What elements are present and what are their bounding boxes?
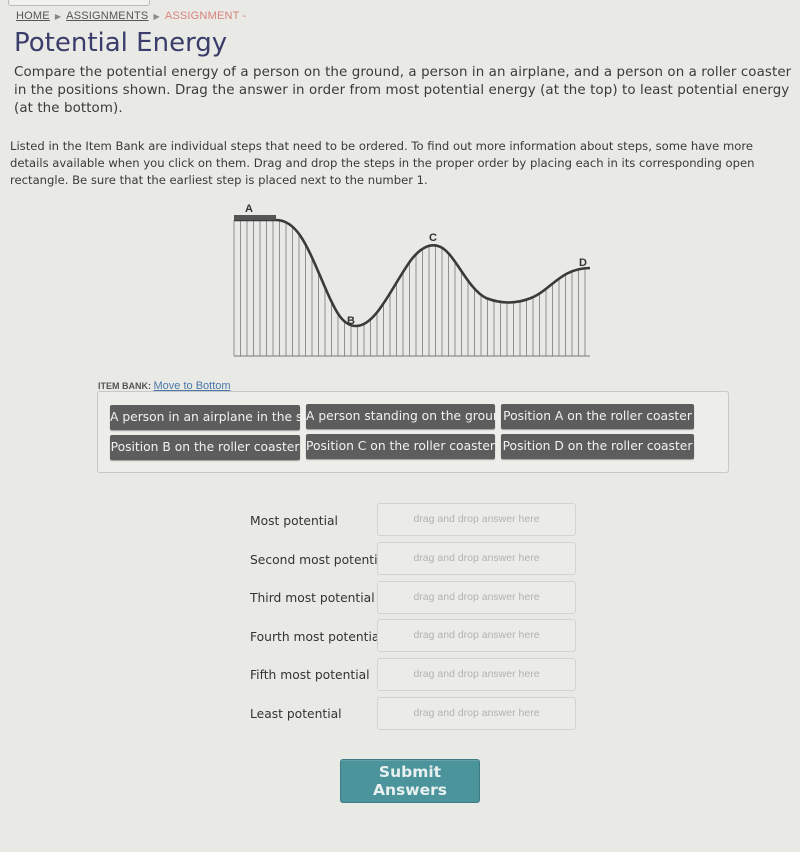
roller-coaster-diagram: A B C D [233,203,591,357]
slot-label-2: Second most potential [250,553,389,567]
slot-label-6: Least potential [250,707,342,721]
item-position-a[interactable]: Position A on the roller coaster [501,404,694,429]
slot-label-1: Most potential [250,514,338,528]
breadcrumb-arrow-icon: ▶ [54,12,62,21]
drop-zone-4[interactable]: drag and drop answer here [377,619,576,652]
train-cars-icon [234,215,276,220]
item-ground[interactable]: A person standing on the ground [306,404,509,429]
page-title: Potential Energy [14,28,228,58]
breadcrumb-home-link[interactable]: HOME [16,10,50,22]
coaster-track [234,218,591,328]
drop-zone-6[interactable]: drag and drop answer here [377,697,576,730]
item-position-b[interactable]: Position B on the roller coaster [110,435,300,460]
support-posts [233,220,586,356]
drop-zone-5[interactable]: drag and drop answer here [377,658,576,691]
instructions-text: Listed in the Item Bank are individual s… [10,139,755,187]
drop-zone-3[interactable]: drag and drop answer here [377,581,576,614]
slot-label-5: Fifth most potential [250,668,370,682]
breadcrumb-current: ASSIGNMENT - [164,10,247,22]
label-c: C [429,232,437,244]
item-position-d[interactable]: Position D on the roller coaster [501,434,694,459]
slot-label-3: Third most potential [250,591,375,605]
breadcrumb-assignments-link[interactable]: ASSIGNMENTS [66,10,148,22]
item-position-c[interactable]: Position C on the roller coaster [306,434,495,459]
item-airplane[interactable]: A person in an airplane in the sky [110,405,316,430]
drop-zone-1[interactable]: drag and drop answer here [377,503,576,536]
item-bank-label: ITEM BANK: [98,381,151,391]
breadcrumb-arrow-icon: ▶ [153,12,160,21]
drop-zone-2[interactable]: drag and drop answer here [377,542,576,575]
breadcrumb: HOME ▶ ASSIGNMENTS ▶ ASSIGNMENT - [16,10,246,22]
slot-label-4: Fourth most potential [250,630,383,644]
label-b: B [347,315,355,327]
question-prompt: Compare the potential energy of a person… [14,65,792,116]
label-d: D [579,257,587,269]
label-a: A [245,203,253,215]
submit-answers-button[interactable]: Submit Answers [340,759,480,803]
item-bank: A person in an airplane in the sky A per… [97,391,729,473]
top-frame-edge [8,0,150,6]
